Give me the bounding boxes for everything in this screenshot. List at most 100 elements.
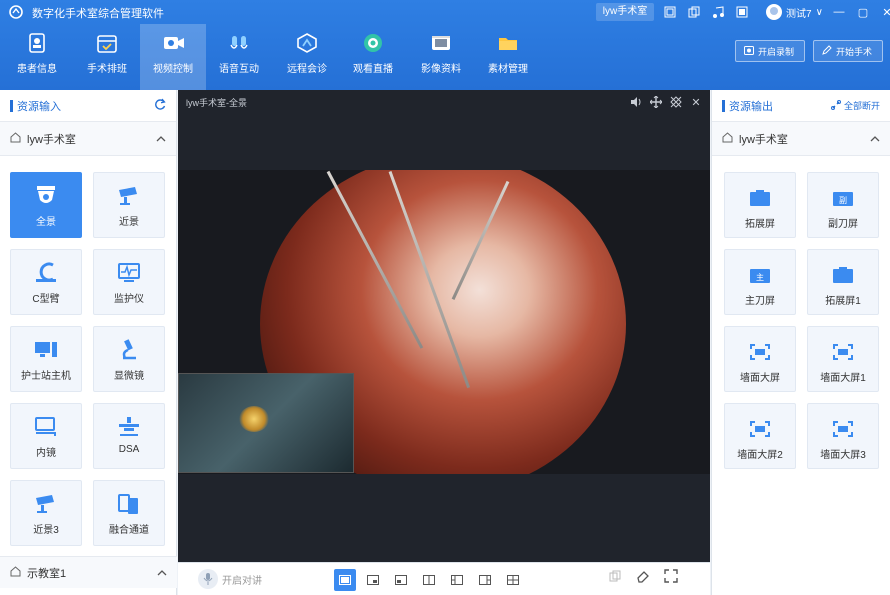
output-extended-screen[interactable]: 拓展屏 <box>724 172 796 238</box>
output-label: 墙面大屏1 <box>820 373 866 384</box>
source-c-arm[interactable]: C型臂 <box>10 249 82 315</box>
nav-surgery-schedule[interactable]: 手术排班 <box>74 24 140 90</box>
source-endoscope[interactable]: 内镜 <box>10 403 82 469</box>
minimize-icon[interactable]: — <box>832 5 846 19</box>
nav-label: 影像资料 <box>421 64 461 75</box>
remote-icon <box>296 32 318 54</box>
nav-watch-live[interactable]: 观看直播 <box>340 24 406 90</box>
pip-video[interactable] <box>178 373 354 473</box>
start-surgery-button[interactable]: 开始手术 <box>813 40 883 62</box>
chevron-down-icon: ∨ <box>815 6 823 18</box>
panel-header: 资源输入 <box>0 90 176 122</box>
chevron-up-icon[interactable] <box>156 133 166 145</box>
section-marker <box>10 99 13 112</box>
nav-label: 视频控制 <box>153 64 193 75</box>
room-collapse-header[interactable]: lyw手术室 <box>712 122 890 156</box>
video-toolbar: 开启对讲 <box>178 562 710 595</box>
video-stream[interactable] <box>178 170 710 474</box>
nav-patient-info[interactable]: 患者信息 <box>4 24 70 90</box>
source-panorama[interactable]: 全景 <box>10 172 82 238</box>
source-label: C型臂 <box>32 294 60 305</box>
pattern-icon[interactable] <box>670 96 682 108</box>
copy-icon[interactable] <box>608 569 622 586</box>
intercom-button[interactable]: 开启对讲 <box>198 568 262 590</box>
fullscreen-icon[interactable] <box>664 569 678 586</box>
source-monitor[interactable]: 监护仪 <box>93 249 165 315</box>
maximize-icon[interactable]: ▢ <box>856 5 870 19</box>
source-nurse-station[interactable]: 护士站主机 <box>10 326 82 392</box>
cctv-camera-icon <box>115 183 143 209</box>
top-bar: 数字化手术室综合管理软件 lyw手术室 测试7 ∨ — ▢ ✕ 患者信息 手术排… <box>0 0 890 90</box>
nav-material-manage[interactable]: 素材管理 <box>475 24 541 90</box>
layout-left-main-button[interactable] <box>446 569 468 591</box>
output-label: 墙面大屏 <box>740 373 780 384</box>
screen-icon <box>830 264 856 286</box>
output-label: 墙面大屏2 <box>737 450 783 461</box>
room-collapse-header-2[interactable]: 示教室1 <box>0 556 177 588</box>
layout-single-button[interactable] <box>334 569 356 591</box>
move-icon[interactable] <box>650 96 662 108</box>
output-wall-screen[interactable]: 墙面大屏 <box>724 326 796 392</box>
output-surgeon-screen[interactable]: 主 主刀屏 <box>724 249 796 315</box>
source-label: 近景 <box>119 217 139 228</box>
image-icon[interactable] <box>734 4 750 20</box>
chevron-up-icon[interactable] <box>157 567 167 579</box>
source-microscope[interactable]: 显微镜 <box>93 326 165 392</box>
nav-voice-interaction[interactable]: 语音互动 <box>206 24 272 90</box>
window-icon[interactable] <box>662 4 678 20</box>
refresh-icon[interactable] <box>154 98 166 113</box>
layout-pip-bl-button[interactable] <box>390 569 412 591</box>
start-surgery-label: 开始手术 <box>836 46 873 57</box>
nav-video-control[interactable]: 视频控制 <box>140 24 206 90</box>
chevron-up-icon[interactable] <box>870 133 880 145</box>
user-menu[interactable]: 测试7 ∨ <box>766 3 823 21</box>
nav-label: 远程会诊 <box>287 64 327 75</box>
source-dsa[interactable]: DSA <box>93 403 165 469</box>
source-closeup-3[interactable]: 近景3 <box>10 480 82 546</box>
room-name: 示教室1 <box>27 567 67 580</box>
nav-label: 语音互动 <box>219 64 259 75</box>
edit-icon <box>822 45 832 57</box>
nav-remote-consult[interactable]: 远程会诊 <box>274 24 340 90</box>
source-label: 显微镜 <box>114 371 144 382</box>
disconnect-all-label: 全部断开 <box>843 101 880 111</box>
eraser-icon[interactable] <box>636 569 650 586</box>
layout-grid-4-button[interactable] <box>502 569 524 591</box>
nav-label: 手术排班 <box>87 64 127 75</box>
start-recording-button[interactable]: 开启录制 <box>735 40 805 62</box>
source-label: 全景 <box>36 217 56 228</box>
cctv-camera-icon <box>32 491 60 517</box>
volume-icon[interactable] <box>630 96 642 108</box>
layout-split-2-button[interactable] <box>418 569 440 591</box>
wall-screen-icon <box>830 341 856 363</box>
output-wall-screen-2[interactable]: 墙面大屏2 <box>724 403 796 469</box>
screen-icon <box>747 187 773 209</box>
output-wall-screen-3[interactable]: 墙面大屏3 <box>807 403 879 469</box>
app-logo-icon <box>8 4 24 20</box>
room-name: lyw手术室 <box>739 133 788 146</box>
source-closeup[interactable]: 近景 <box>93 172 165 238</box>
current-room-chip[interactable]: lyw手术室 <box>596 3 654 21</box>
section-marker <box>722 99 725 112</box>
disconnect-all-button[interactable]: 全部断开 <box>830 99 880 112</box>
source-label: 融合通道 <box>109 525 149 536</box>
layout-right-main-button[interactable] <box>474 569 496 591</box>
close-icon[interactable]: ✕ <box>880 5 890 19</box>
output-assistant-screen[interactable]: 副 副刀屏 <box>807 172 879 238</box>
music-icon[interactable] <box>710 4 726 20</box>
panel-title: 资源输入 <box>17 100 61 113</box>
output-extended-screen-1[interactable]: 拓展屏1 <box>807 249 879 315</box>
live-icon <box>362 32 384 54</box>
main-nav: 患者信息 手术排班 视频控制 语音互动 远程会诊 观看直播 影像资料 素材管理 <box>0 24 890 90</box>
close-icon[interactable]: ✕ <box>690 96 702 109</box>
svg-text:主: 主 <box>756 272 764 282</box>
workstation-icon <box>32 337 60 363</box>
resource-input-panel: 资源输入 lyw手术室 全景 近景 C型臂 监护仪 护士站主机 显微镜 内镜 D… <box>0 90 177 595</box>
layout-pip-br-button[interactable] <box>362 569 384 591</box>
copy-icon[interactable] <box>686 4 702 20</box>
room-collapse-header[interactable]: lyw手术室 <box>0 122 176 156</box>
output-wall-screen-1[interactable]: 墙面大屏1 <box>807 326 879 392</box>
nav-image-data[interactable]: 影像资料 <box>408 24 474 90</box>
title-bar: 数字化手术室综合管理软件 lyw手术室 测试7 ∨ — ▢ ✕ <box>0 0 890 24</box>
source-fusion-channel[interactable]: 融合通道 <box>93 480 165 546</box>
